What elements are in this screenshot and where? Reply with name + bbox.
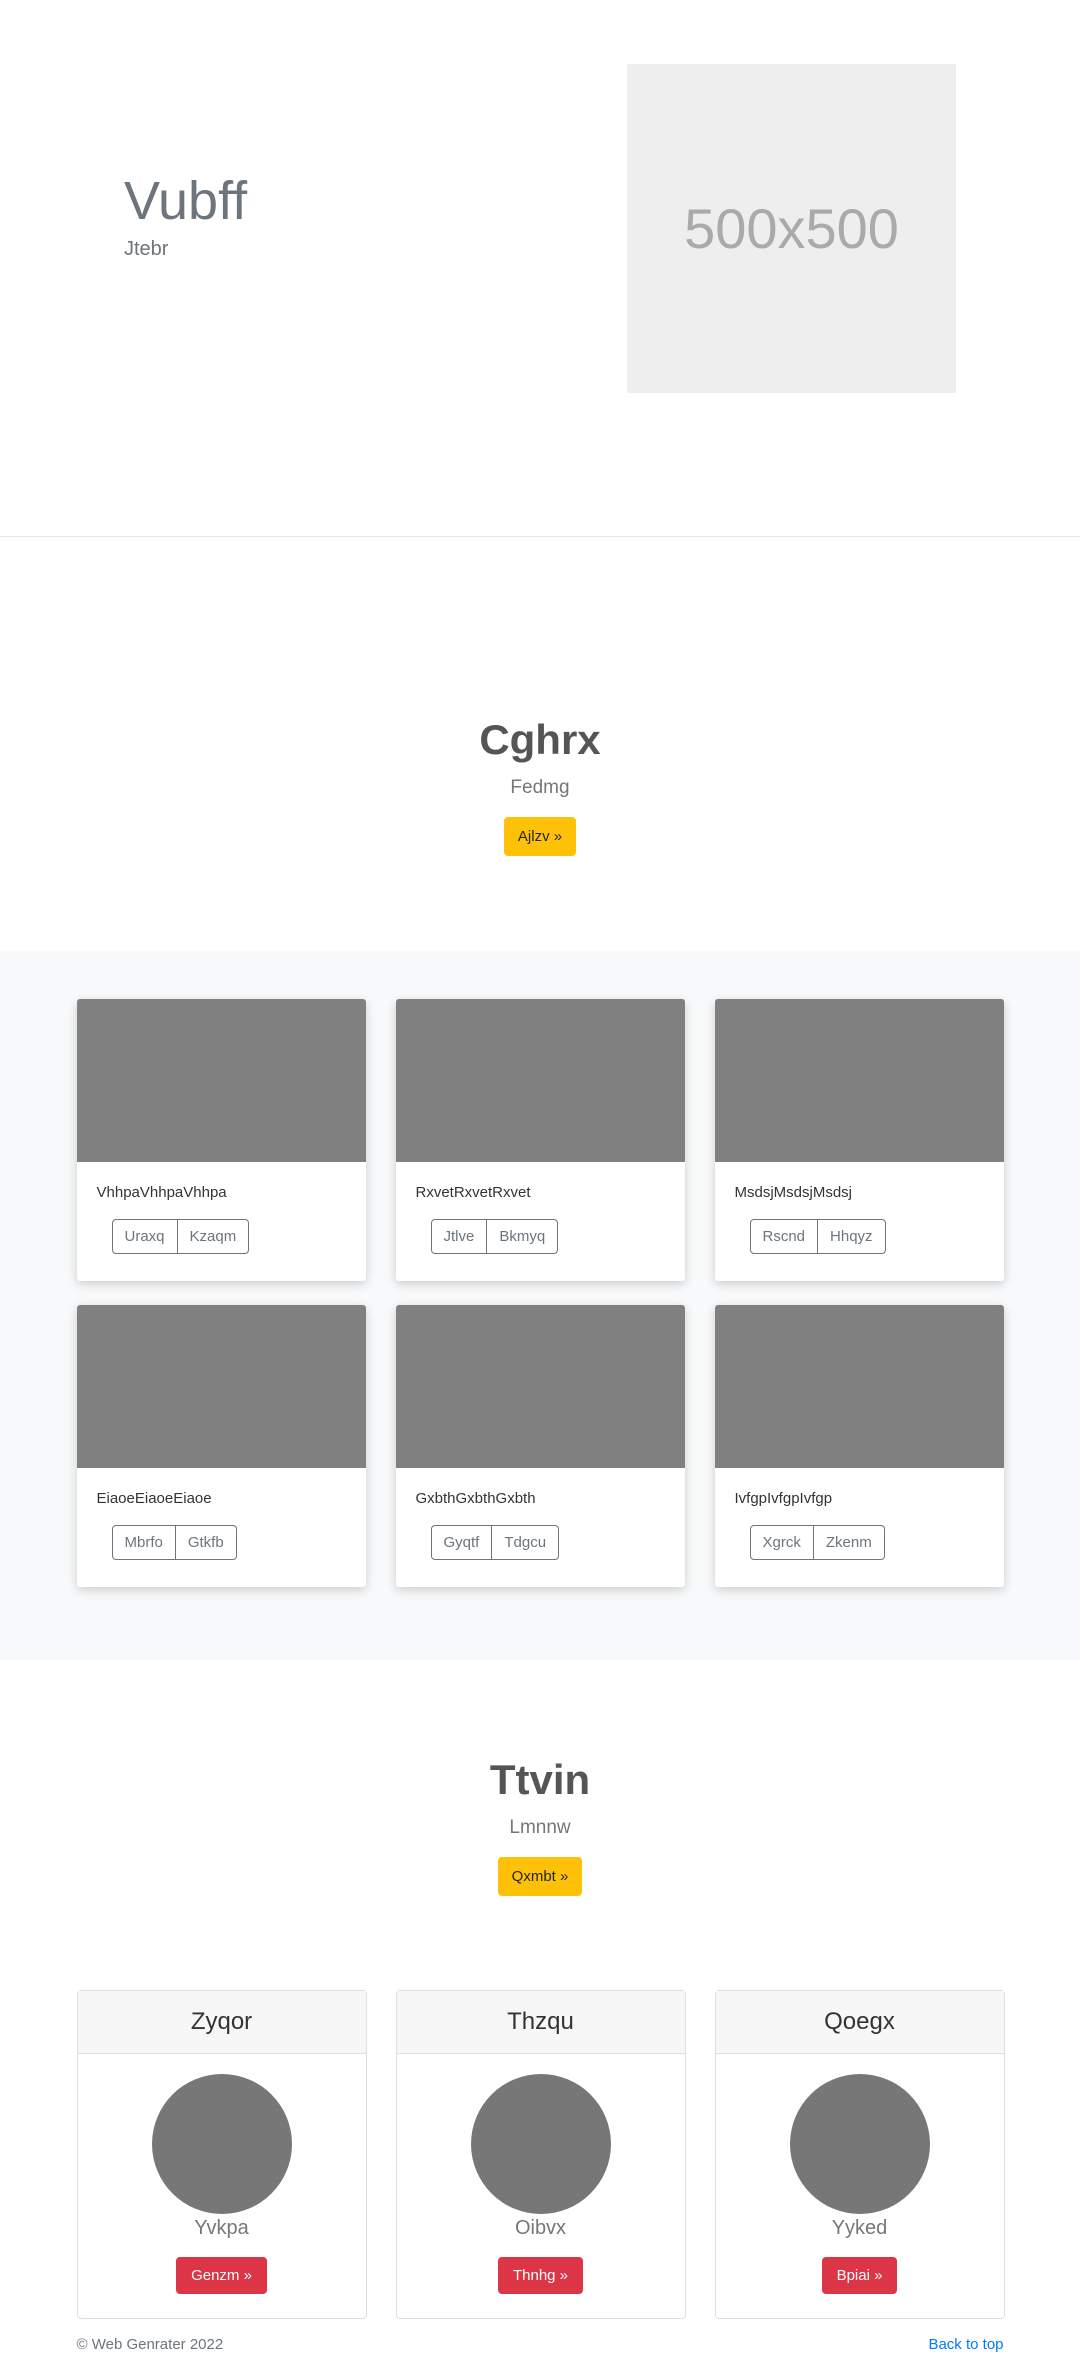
card-text: EiaoeEiaoeEiaoe <box>96 1490 212 1507</box>
album-card: EiaoeEiaoeEiaoe Mbrfo Gtkfb <box>76 1305 366 1587</box>
card-button-left[interactable]: Xgrck <box>749 1525 814 1560</box>
hero-image-placeholder: 500x500 <box>627 64 956 393</box>
album-card: IvfgpIvfgpIvfgp Xgrck Zkenm <box>714 1305 1004 1587</box>
card-button-left[interactable]: Rscnd <box>749 1219 819 1254</box>
album-card: RxvetRxvetRxvet Jtlve Bkmyq <box>395 999 685 1281</box>
profile-name: Yvkpa <box>194 2217 249 2239</box>
album-section: VhhpaVhhpaVhhpa Uraxq Kzaqm RxvetRxvetRx… <box>0 951 1080 1660</box>
cta-1-title: Cghrx <box>479 716 601 763</box>
card-button-left[interactable]: Jtlve <box>430 1219 488 1254</box>
card-button-right[interactable]: Tdgcu <box>492 1525 560 1560</box>
album-card: MsdsjMsdsjMsdsj Rscnd Hhqyz <box>714 999 1004 1281</box>
card-text: MsdsjMsdsjMsdsj <box>734 1184 853 1201</box>
profile-card-header: Thzqu <box>396 1991 685 2054</box>
card-text: GxbthGxbthGxbth <box>415 1490 536 1507</box>
cta-1-subtitle: Fedmg <box>510 777 570 799</box>
footer: © Web Genrater 2022 Back to top <box>77 2336 1004 2376</box>
card-text: RxvetRxvetRxvet <box>415 1184 531 1201</box>
album-card: VhhpaVhhpaVhhpa Uraxq Kzaqm <box>76 999 366 1281</box>
profile-cards: Zyqor Yvkpa Genzm » Thzqu Oibvx Thnhg » … <box>76 1990 1005 2319</box>
card-button-left[interactable]: Gyqtf <box>430 1525 493 1560</box>
card-button-left[interactable]: Mbrfo <box>111 1525 176 1560</box>
cta-2-subtitle: Lmnnw <box>509 1817 571 1839</box>
profile-button[interactable]: Genzm » <box>176 2257 267 2294</box>
cta-2-title: Ttvin <box>489 1756 591 1803</box>
card-image-placeholder <box>395 999 685 1162</box>
profile-card: Zyqor Yvkpa Genzm » <box>76 1990 367 2319</box>
hero-image-label: 500x500 <box>684 197 899 260</box>
card-button-group: Gyqtf Tdgcu <box>430 1525 560 1560</box>
profile-card: Qoegx Yyked Bpiai » <box>714 1990 1005 2319</box>
profile-name: Oibvx <box>514 2217 567 2239</box>
card-button-group: Rscnd Hhqyz <box>749 1219 886 1254</box>
hero-section: Vubff Jtebr 500x500 <box>0 0 1080 537</box>
card-button-right[interactable]: Hhqyz <box>818 1219 886 1254</box>
card-text: VhhpaVhhpaVhhpa <box>96 1184 227 1201</box>
card-image-placeholder <box>395 1305 685 1468</box>
profile-name: Yyked <box>831 2217 888 2239</box>
avatar <box>470 2074 611 2214</box>
card-text: IvfgpIvfgpIvfgp <box>734 1490 833 1507</box>
hero-title: Vubff <box>124 171 248 231</box>
card-grid: VhhpaVhhpaVhhpa Uraxq Kzaqm RxvetRxvetRx… <box>76 999 1004 1587</box>
hero-subtitle: Jtebr <box>124 238 169 260</box>
copyright-text: © Web Genrater 2022 <box>76 2336 224 2353</box>
card-image-placeholder <box>714 999 1004 1162</box>
cta-2-button[interactable]: Qxmbt » <box>497 1857 583 1897</box>
profile-button[interactable]: Bpiai » <box>821 2257 898 2294</box>
card-image-placeholder <box>714 1305 1004 1468</box>
card-button-group: Mbrfo Gtkfb <box>111 1525 237 1560</box>
back-to-top-link[interactable]: Back to top <box>928 2336 1003 2376</box>
avatar <box>151 2074 292 2214</box>
card-button-right[interactable]: Gtkfb <box>175 1525 237 1560</box>
profile-card-header: Zyqor <box>77 1991 366 2054</box>
card-button-right[interactable]: Bkmyq <box>487 1219 559 1254</box>
card-image-placeholder <box>76 1305 366 1468</box>
avatar <box>789 2074 930 2214</box>
card-image-placeholder <box>76 999 366 1162</box>
card-button-right[interactable]: Zkenm <box>813 1525 885 1560</box>
cta-section-2: Ttvin Lmnnw Qxmbt » <box>0 1660 1080 1990</box>
card-button-group: Uraxq Kzaqm <box>111 1219 250 1254</box>
cta-section-1: Cghrx Fedmg Ajlzv » <box>0 537 1080 951</box>
card-button-group: Xgrck Zkenm <box>749 1525 885 1560</box>
profile-card: Thzqu Oibvx Thnhg » <box>395 1990 686 2319</box>
profile-card-header: Qoegx <box>715 1991 1004 2054</box>
album-card: GxbthGxbthGxbth Gyqtf Tdgcu <box>395 1305 685 1587</box>
cta-1-button[interactable]: Ajlzv » <box>503 817 577 857</box>
card-button-group: Jtlve Bkmyq <box>430 1219 559 1254</box>
card-button-right[interactable]: Kzaqm <box>177 1219 250 1254</box>
profile-button[interactable]: Thnhg » <box>497 2257 584 2294</box>
card-button-left[interactable]: Uraxq <box>111 1219 178 1254</box>
